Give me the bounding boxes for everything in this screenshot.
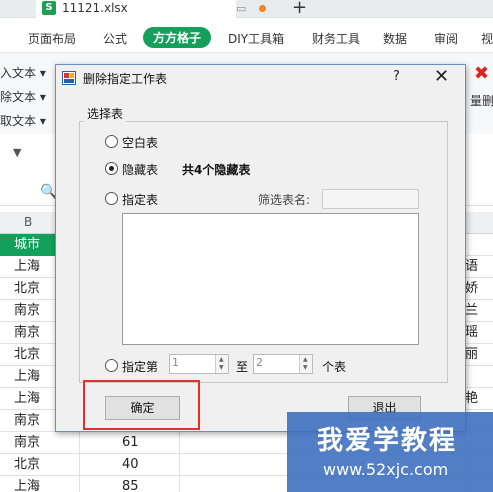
right-cell[interactable]: 瑶 [464,322,493,344]
ribbon-batch-delete-label[interactable]: 量删 [470,92,493,109]
tab-data[interactable]: 数据 [383,30,407,47]
right-cell[interactable] [464,366,493,388]
radio-specified-label[interactable]: 指定表 [122,191,158,208]
close-icon[interactable]: ✕ [434,66,449,87]
watermark-title: 我爱学教程 [317,426,458,456]
right-cell[interactable]: 语 [464,256,493,278]
radio-blank-sheets[interactable] [105,135,118,148]
ribbon-extract-text[interactable]: 取文本 ▾ [0,112,46,129]
range-to-value: 2 [256,356,263,369]
radio-hidden-label[interactable]: 隐藏表 [122,161,158,178]
delete-sheets-dialog: 删除指定工作表 ? ✕ 选择表 空白表 隐藏表 共4个隐藏表 指定表 筛选表名:… [55,64,466,432]
ribbon-delete-text[interactable]: 除文本 ▾ [0,88,46,105]
tab-formula[interactable]: 公式 [103,30,127,47]
city-cell[interactable]: 北京 [0,454,80,476]
new-tab-plus-icon[interactable]: + [292,0,307,18]
unsaved-dot-icon [259,5,266,12]
tab-review[interactable]: 审阅 [434,30,458,47]
right-cell[interactable]: 丽 [464,344,493,366]
help-icon[interactable]: ? [393,69,400,84]
value-cell[interactable]: 85 [80,476,180,492]
value-cell[interactable]: 61 [80,432,180,454]
filter-label: 筛选表名: [258,193,311,207]
radio-range-label[interactable]: 指定第 [122,358,158,375]
stepper-arrows-icon[interactable]: ▲ ▼ [215,355,228,373]
range-from-stepper[interactable]: 1 ▲ ▼ [169,354,229,374]
stepper-arrows-icon[interactable]: ▲ ▼ [299,355,312,373]
column-header-b[interactable]: B [24,215,32,229]
dialog-title-bar[interactable]: 删除指定工作表 ? ✕ [56,65,465,91]
app-icon [62,71,76,85]
tab-page-layout[interactable]: 页面布局 [28,30,76,47]
radio-range-sheets[interactable] [105,359,118,372]
range-suffix-label: 个表 [322,360,347,374]
monitor-icon[interactable]: ▭ [236,2,246,15]
tab-view[interactable]: 视 [481,30,493,47]
spreadsheet-icon: S [42,1,56,15]
batch-delete-icon[interactable]: ✖ [474,63,489,84]
group-label: 选择表 [84,105,127,122]
value-cell[interactable]: 40 [80,454,180,476]
filter-sheet-name-input[interactable] [322,189,419,209]
radio-blank-label[interactable]: 空白表 [122,134,158,151]
tab-diy-toolbox[interactable]: DIY工具箱 [228,30,284,47]
title-bar: S 11121.xlsx ▭ + [0,0,493,18]
city-cell[interactable]: 南京 [0,432,80,454]
tab-fangfang-gezi[interactable]: 方方格子 [143,27,212,48]
watermark-banner: 我爱学教程 www.52xjc.com [287,412,493,492]
right-cell[interactable]: 兰 [464,300,493,322]
range-to-stepper[interactable]: 2 ▲ ▼ [253,354,313,374]
ribbon-insert-text[interactable]: 入文本 ▾ [0,64,46,81]
chevron-down-icon[interactable]: ▼ [13,146,21,159]
dialog-title: 删除指定工作表 [83,72,168,86]
range-to-label: 至 [236,360,249,374]
right-cell[interactable]: 艳 [464,388,493,410]
ribbon-tabs: 页面布局 公式 方方格子 DIY工具箱 财务工具 数据 审阅 视 [0,26,493,50]
tab-finance-tools[interactable]: 财务工具 [312,30,360,47]
sheet-listbox[interactable] [122,213,419,345]
watermark-url: www.52xjc.com [323,460,449,479]
hidden-count-note: 共4个隐藏表 [182,163,251,177]
right-cell[interactable]: 娇 [464,278,493,300]
city-cell[interactable]: 上海 [0,476,80,492]
radio-specified-sheets[interactable] [105,192,118,205]
file-name: 11121.xlsx [62,1,128,15]
range-from-value: 1 [172,356,179,369]
highlight-annotation [83,380,200,430]
radio-hidden-sheets[interactable] [105,162,118,175]
